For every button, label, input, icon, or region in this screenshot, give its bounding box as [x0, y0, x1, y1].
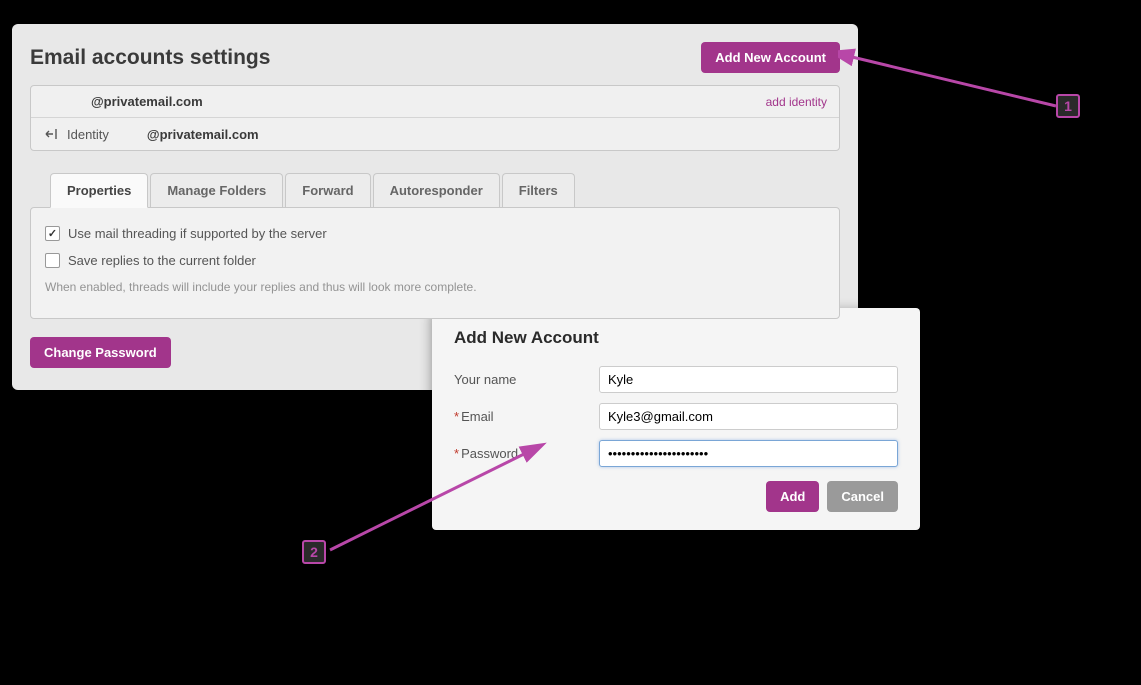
- identity-row[interactable]: Identity @privatemail.com: [31, 118, 839, 150]
- modal-actions: Add Cancel: [454, 481, 898, 512]
- form-row-name: Your name: [454, 366, 898, 393]
- replies-option: Save replies to the current folder: [45, 253, 825, 268]
- name-label: Your name: [454, 372, 599, 387]
- tabs: Properties Manage Folders Forward Autore…: [50, 173, 840, 208]
- tab-autoresponder[interactable]: Autoresponder: [373, 173, 500, 208]
- add-identity-link[interactable]: add identity: [766, 95, 827, 109]
- tab-forward[interactable]: Forward: [285, 173, 370, 208]
- form-row-password: *Password: [454, 440, 898, 467]
- page-title: Email accounts settings: [30, 46, 270, 70]
- password-input[interactable]: [599, 440, 898, 467]
- threading-label: Use mail threading if supported by the s…: [68, 226, 327, 241]
- tab-properties[interactable]: Properties: [50, 173, 148, 208]
- annotation-marker-2: 2: [302, 540, 326, 564]
- threading-checkbox[interactable]: [45, 226, 60, 241]
- replies-label: Save replies to the current folder: [68, 253, 256, 268]
- change-password-button[interactable]: Change Password: [30, 337, 171, 368]
- threading-option: Use mail threading if supported by the s…: [45, 226, 825, 241]
- identity-label: Identity: [67, 127, 109, 142]
- email-label: *Email: [454, 409, 599, 424]
- modal-title: Add New Account: [454, 328, 898, 348]
- tab-content-properties: Use mail threading if supported by the s…: [30, 207, 840, 319]
- tab-manage-folders[interactable]: Manage Folders: [150, 173, 283, 208]
- annotation-marker-1: 1: [1056, 94, 1080, 118]
- modal-add-button[interactable]: Add: [766, 481, 819, 512]
- form-row-email: *Email: [454, 403, 898, 430]
- panel-header: Email accounts settings Add New Account: [30, 42, 840, 73]
- account-row[interactable]: @privatemail.com add identity: [31, 86, 839, 118]
- accounts-list: @privatemail.com add identity Identity @…: [30, 85, 840, 151]
- modal-cancel-button[interactable]: Cancel: [827, 481, 898, 512]
- email-input[interactable]: [599, 403, 898, 430]
- password-label: *Password: [454, 446, 599, 461]
- help-text: When enabled, threads will include your …: [45, 280, 825, 294]
- annotation-arrow-1: [838, 46, 1068, 116]
- add-account-modal: Add New Account Your name *Email *Passwo…: [432, 308, 920, 530]
- add-new-account-button[interactable]: Add New Account: [701, 42, 840, 73]
- identity-arrow-icon: [43, 126, 59, 142]
- replies-checkbox[interactable]: [45, 253, 60, 268]
- name-input[interactable]: [599, 366, 898, 393]
- account-email: @privatemail.com: [43, 94, 203, 109]
- tab-filters[interactable]: Filters: [502, 173, 575, 208]
- identity-email: @privatemail.com: [147, 127, 259, 142]
